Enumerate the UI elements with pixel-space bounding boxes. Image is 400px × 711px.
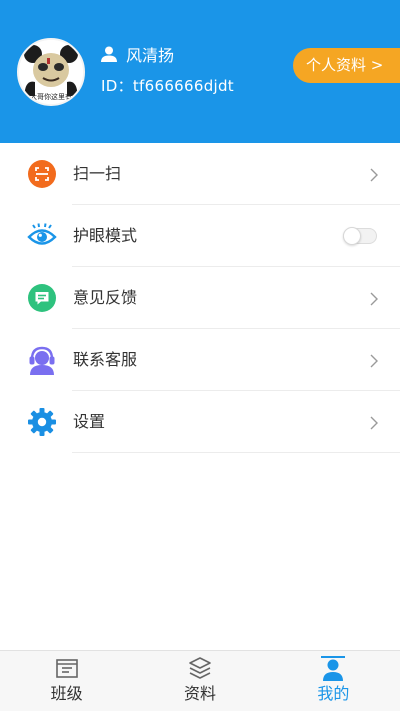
menu-item-label: 联系客服	[73, 350, 138, 369]
tab-mine[interactable]: 我的	[267, 651, 400, 711]
menu-item-scan[interactable]: 扫一扫	[0, 143, 400, 205]
menu-item-eye-protection[interactable]: 护眼模式	[0, 205, 400, 267]
avatar[interactable]: 大哥你这里有	[17, 38, 85, 106]
scan-icon	[27, 159, 57, 189]
tab-label: 资料	[183, 684, 216, 703]
bottom-tab-bar: 班级 资料 我的	[0, 650, 400, 711]
menu-item-label: 扫一扫	[73, 164, 122, 183]
avatar-caption: 大哥你这里有	[30, 92, 72, 101]
profile-page: 大哥你这里有 风清扬 ID：tf666666djdt 个人资料 > 扫一扫 护眼…	[0, 0, 400, 711]
menu-item-label: 意见反馈	[73, 288, 138, 307]
person-icon	[321, 656, 346, 686]
tab-materials[interactable]: 资料	[133, 651, 266, 711]
eye-protection-toggle[interactable]	[343, 227, 377, 245]
menu-item-feedback[interactable]: 意见反馈	[0, 267, 400, 329]
divider	[72, 452, 400, 453]
settings-menu: 扫一扫 护眼模式 意见反馈 联系客服 设置	[0, 143, 400, 453]
menu-item-label: 护眼模式	[73, 226, 138, 245]
eye-icon	[27, 221, 57, 251]
class-icon	[55, 656, 79, 684]
avatar-image: 大哥你这里有	[19, 40, 83, 104]
tab-class[interactable]: 班级	[0, 651, 133, 711]
tab-label: 我的	[317, 684, 350, 703]
menu-item-label: 设置	[73, 412, 106, 431]
chevron-right-icon	[370, 353, 378, 372]
chevron-right-icon	[370, 291, 378, 310]
chevron-right-icon	[370, 167, 378, 186]
chevron-right-icon	[370, 415, 378, 434]
menu-item-settings[interactable]: 设置	[0, 391, 400, 453]
layers-icon	[188, 656, 212, 684]
user-icon	[100, 45, 118, 67]
personal-profile-button[interactable]: 个人资料 >	[293, 48, 400, 83]
toggle-knob	[343, 227, 361, 245]
customer-service-icon	[27, 345, 57, 375]
gear-icon	[27, 407, 57, 437]
tab-label: 班级	[50, 684, 83, 703]
profile-header: 大哥你这里有 风清扬 ID：tf666666djdt 个人资料 >	[0, 0, 400, 143]
menu-item-customer-service[interactable]: 联系客服	[0, 329, 400, 391]
username: 风清扬	[126, 46, 175, 65]
user-id: ID：tf666666djdt	[101, 77, 234, 95]
feedback-icon	[27, 283, 57, 313]
